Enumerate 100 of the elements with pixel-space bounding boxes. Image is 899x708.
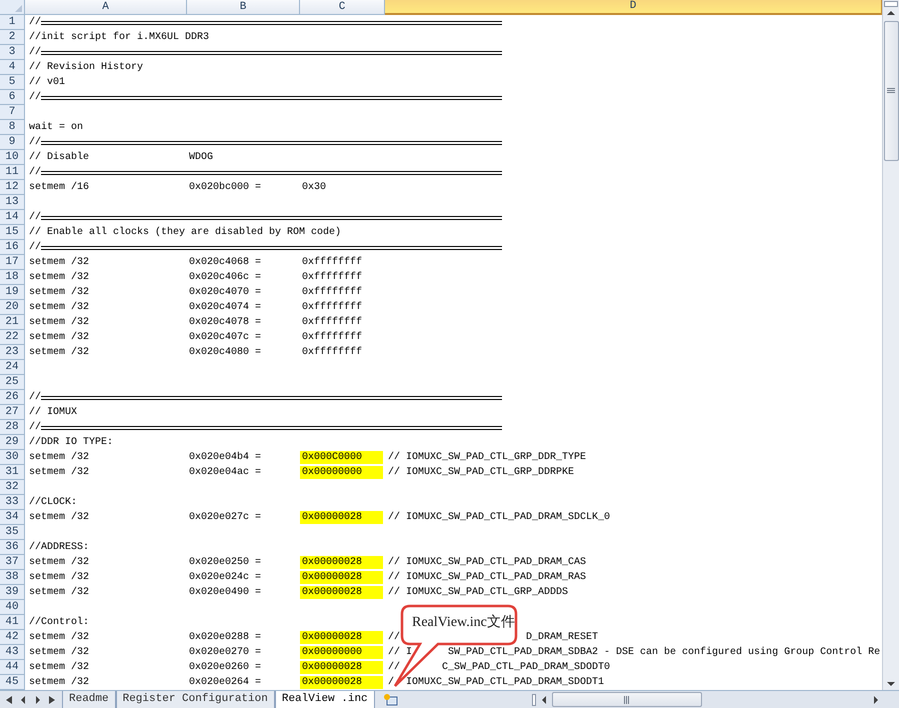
row-header[interactable]: 18 [0,270,25,285]
row-header[interactable]: 44 [0,660,25,675]
row-header[interactable]: 28 [0,420,25,435]
cell-text: //CLOCK: [29,497,78,508]
row-header[interactable]: 43 [0,645,25,660]
row-header[interactable]: 25 [0,375,25,390]
scroll-thumb[interactable] [884,21,898,161]
row-header[interactable]: 9 [0,135,25,150]
cell-text: setmem /32 [29,272,90,283]
cell-text: 0x020e04b4 = [189,452,262,463]
cell-text: 0x020e0288 = [189,632,262,643]
cell-value: 0x00000028 [300,511,383,524]
row-header[interactable]: 15 [0,225,25,240]
cell-text: setmem /32 [29,632,90,643]
row-header[interactable]: 7 [0,105,25,120]
cell-text: // Revision History [29,62,144,73]
row-header[interactable]: 10 [0,150,25,165]
cell-text: // D_DRAM_RESET [388,632,598,643]
cell-text: 0x020c4080 = [189,347,262,358]
row-header[interactable]: 8 [0,120,25,135]
row-header[interactable]: 1 [0,15,25,30]
cell-text: // [29,136,42,150]
column-header[interactable]: D [385,0,882,15]
cell-text: // [29,16,42,30]
row-header[interactable]: 4 [0,60,25,75]
cell-text: setmem /32 [29,557,90,568]
cell-text: // IOMUXC_SW_PAD_CTL_PAD_DRAM_CAS [388,557,586,568]
row-header[interactable]: 29 [0,435,25,450]
row-header[interactable]: 35 [0,525,25,540]
row-header[interactable]: 11 [0,165,25,180]
row-header[interactable]: 39 [0,585,25,600]
row-header[interactable]: 23 [0,345,25,360]
sheet-tab[interactable]: Register Configuration [116,690,275,708]
row-header[interactable]: 22 [0,330,25,345]
row-header[interactable]: 17 [0,255,25,270]
row-header[interactable]: 42 [0,630,25,645]
cell-text: setmem /32 [29,257,90,268]
row-header[interactable]: 24 [0,360,25,375]
cell-value: 0x00000000 [300,466,383,479]
cell-text: //Control: [29,617,90,628]
cell-text: // [29,166,42,180]
cell-value: 0xffffffff [301,256,364,269]
row-header[interactable]: 21 [0,315,25,330]
row-header[interactable]: 19 [0,285,25,300]
row-header[interactable]: 41 [0,615,25,630]
corner-triangle-icon [15,5,22,12]
row-header[interactable]: 20 [0,300,25,315]
cell-text: wait = on [29,122,84,133]
sheet-tab[interactable]: Readme [62,690,116,708]
row-header[interactable]: 12 [0,180,25,195]
row-header[interactable]: 36 [0,540,25,555]
row-header[interactable]: 16 [0,240,25,255]
new-sheet-icon[interactable] [382,692,399,706]
cell-text: // [29,390,42,405]
row-header[interactable]: 38 [0,570,25,585]
row-header[interactable]: 27 [0,405,25,420]
cell-text: 0x020c4074 = [189,302,262,313]
row-header[interactable]: 3 [0,45,25,60]
row-header[interactable]: 5 [0,75,25,90]
vertical-scrollbar[interactable] [882,0,899,690]
sheet-tab[interactable]: RealView .inc [274,690,375,708]
cell-text: setmem /32 [29,662,90,673]
row-header[interactable]: 45 [0,675,25,690]
row-header[interactable]: 13 [0,195,25,210]
cell-value: 0x00000028 [300,586,383,599]
cell-text: //DDR IO TYPE: [29,437,114,448]
cell-text: setmem /32 [29,647,90,658]
split-handle[interactable] [532,694,536,706]
cell-value: 0x000C0000 [300,451,383,464]
row-header[interactable]: 40 [0,600,25,615]
row-header[interactable]: 30 [0,450,25,465]
row-header[interactable]: 33 [0,495,25,510]
row-header[interactable]: 6 [0,90,25,105]
horizontal-scroll-thumb[interactable] [552,692,702,707]
cell-text: 0x020c407c = [189,332,262,343]
cell-text: setmem /32 [29,467,90,478]
column-header[interactable]: A [25,0,187,15]
row-header[interactable]: 37 [0,555,25,570]
cell-text: // Enable all clocks (they are disabled by ROM code) [29,227,342,238]
cell-value: 0x00000000 [300,646,383,659]
row-header[interactable]: 2 [0,30,25,45]
row-header[interactable]: 31 [0,465,25,480]
cell-text: // [29,420,42,435]
cell-text: setmem /32 [29,512,90,523]
cell-text: 0x020e04ac = [189,467,262,478]
row-header[interactable]: 26 [0,390,25,405]
column-header[interactable]: C [300,0,385,15]
cell-text: setmem /32 [29,287,90,298]
row-header[interactable]: 32 [0,480,25,495]
cell-text: // IOMUXC_SW_PAD_CTL_PAD_DRAM_SDCLK_0 [388,512,610,523]
column-header[interactable]: B [187,0,300,15]
grip-icon [624,696,630,704]
cell-value: 0xffffffff [301,271,364,284]
cell-text: setmem /32 [29,677,90,688]
cell-text: // IOMUXC_SW_PAD_CTL_PAD_DRAM_RAS [388,572,586,583]
cell-text: 0x020e024c = [189,572,262,583]
row-header[interactable]: 14 [0,210,25,225]
row-header[interactable]: 34 [0,510,25,525]
cell-text: WDOG [189,152,214,163]
cell-text: 0x020e0250 = [189,557,262,568]
